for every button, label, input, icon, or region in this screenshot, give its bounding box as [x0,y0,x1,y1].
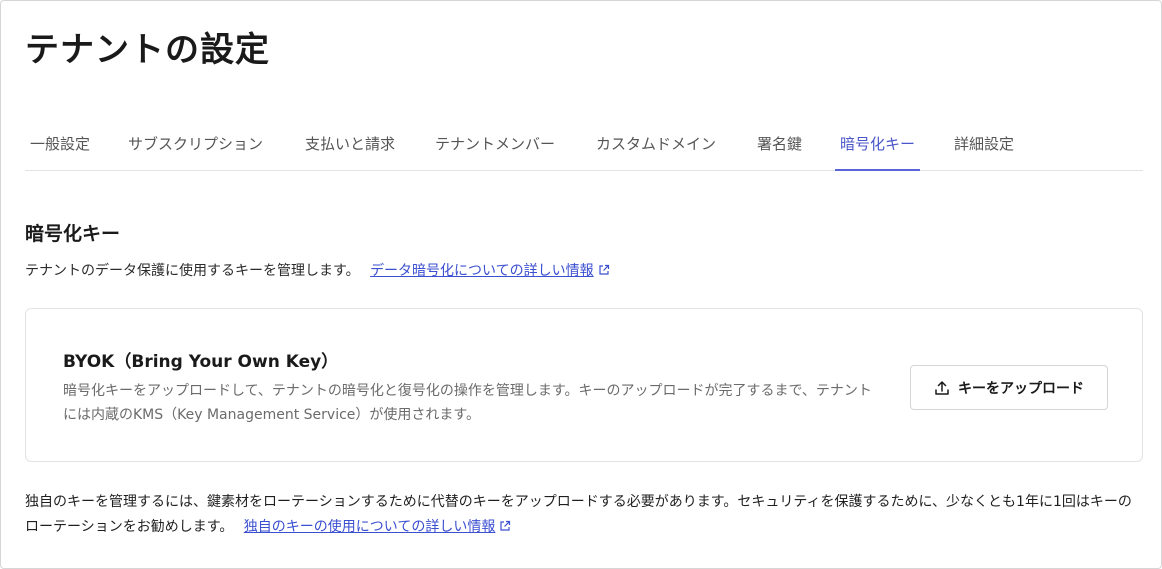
settings-page: テナントの設定 一般設定 サブスクリプション 支払いと請求 テナントメンバー カ… [0,0,1162,569]
upload-key-button-label: キーをアップロード [958,380,1084,397]
section-description-text: テナントのデータ保護に使用するキーを管理します。 [25,263,360,279]
upload-icon [935,380,949,395]
key-rotation-note-text: 独自のキーを管理するには、鍵素材をローテーションするために代替のキーをアップロー… [25,494,1132,535]
settings-tabs: 一般設定 サブスクリプション 支払いと請求 テナントメンバー カスタムドメイン … [25,125,1143,171]
byok-card: BYOK（Bring Your Own Key） 暗号化キーをアップロードして、… [25,308,1143,462]
external-link-icon [599,264,609,275]
external-link-icon [500,520,511,531]
tab-subscription[interactable]: サブスクリプション [128,125,263,171]
own-key-info-link[interactable]: 独自のキーの使用についての詳しい情報 [244,519,512,535]
data-encryption-info-link-label: データ暗号化についての詳しい情報 [370,263,594,279]
key-rotation-note: 独自のキーを管理するには、鍵素材をローテーションするために代替のキーをアップロー… [25,490,1145,540]
tab-advanced-settings[interactable]: 詳細設定 [954,125,1014,171]
section-title: 暗号化キー [25,223,121,245]
tab-general[interactable]: 一般設定 [30,125,90,171]
section-description: テナントのデータ保護に使用するキーを管理します。 データ暗号化についての詳しい情… [25,260,610,280]
tab-tenant-members[interactable]: テナントメンバー [435,125,555,171]
upload-key-button[interactable]: キーをアップロード [910,365,1108,410]
byok-title: BYOK（Bring Your Own Key） [63,352,339,372]
data-encryption-info-link[interactable]: データ暗号化についての詳しい情報 [370,263,610,279]
byok-description: 暗号化キーをアップロードして、テナントの暗号化と復号化の操作を管理します。キーの… [63,383,872,423]
own-key-info-link-label: 独自のキーの使用についての詳しい情報 [243,519,496,535]
tab-billing[interactable]: 支払いと請求 [305,125,395,171]
tab-custom-domain[interactable]: カスタムドメイン [596,125,716,171]
tab-signing-keys[interactable]: 署名鍵 [757,125,802,171]
tab-encryption-keys[interactable]: 暗号化キー [834,125,921,171]
page-title: テナントの設定 [25,30,270,70]
